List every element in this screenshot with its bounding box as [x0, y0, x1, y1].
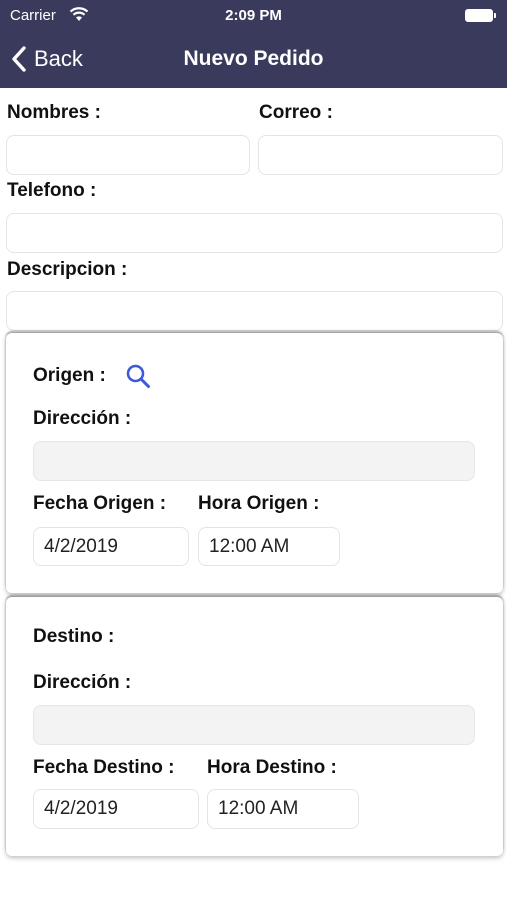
destino-title: Destino : [33, 626, 115, 647]
status-time: 2:09 PM [225, 7, 282, 24]
fecha-destino-label: Fecha Destino : [33, 757, 175, 778]
hora-destino-label: Hora Destino : [207, 757, 337, 778]
search-icon[interactable] [125, 363, 151, 389]
nombres-label: Nombres : [7, 102, 101, 123]
navigation-bar: Back Nuevo Pedido [0, 32, 507, 88]
destino-direccion-label: Dirección : [33, 672, 132, 693]
origen-direccion-label: Dirección : [33, 408, 132, 429]
status-bar: Carrier 2:09 PM [0, 0, 507, 32]
correo-label: Correo : [259, 102, 333, 123]
origen-title: Origen : [33, 365, 106, 386]
app-header: Carrier 2:09 PM Back Nuevo Pedido [0, 0, 507, 88]
fecha-origen-field[interactable]: 4/2/2019 [33, 527, 189, 566]
telefono-label: Telefono : [7, 180, 97, 201]
nombres-field[interactable] [6, 135, 250, 175]
origen-direccion-field[interactable] [33, 441, 475, 481]
page-title: Nuevo Pedido [183, 47, 324, 70]
destino-direccion-field[interactable] [33, 705, 475, 745]
hora-destino-field[interactable]: 12:00 AM [207, 789, 359, 829]
fecha-destino-field[interactable]: 4/2/2019 [33, 789, 199, 829]
descripcion-field[interactable] [6, 291, 503, 331]
fecha-origen-label: Fecha Origen : [33, 493, 167, 514]
telefono-field[interactable] [6, 213, 503, 253]
descripcion-label: Descripcion : [7, 259, 128, 280]
correo-field[interactable] [258, 135, 503, 175]
battery-icon [465, 9, 496, 22]
hora-origen-field[interactable]: 12:00 AM [198, 527, 340, 566]
hora-origen-label: Hora Origen : [198, 493, 320, 514]
